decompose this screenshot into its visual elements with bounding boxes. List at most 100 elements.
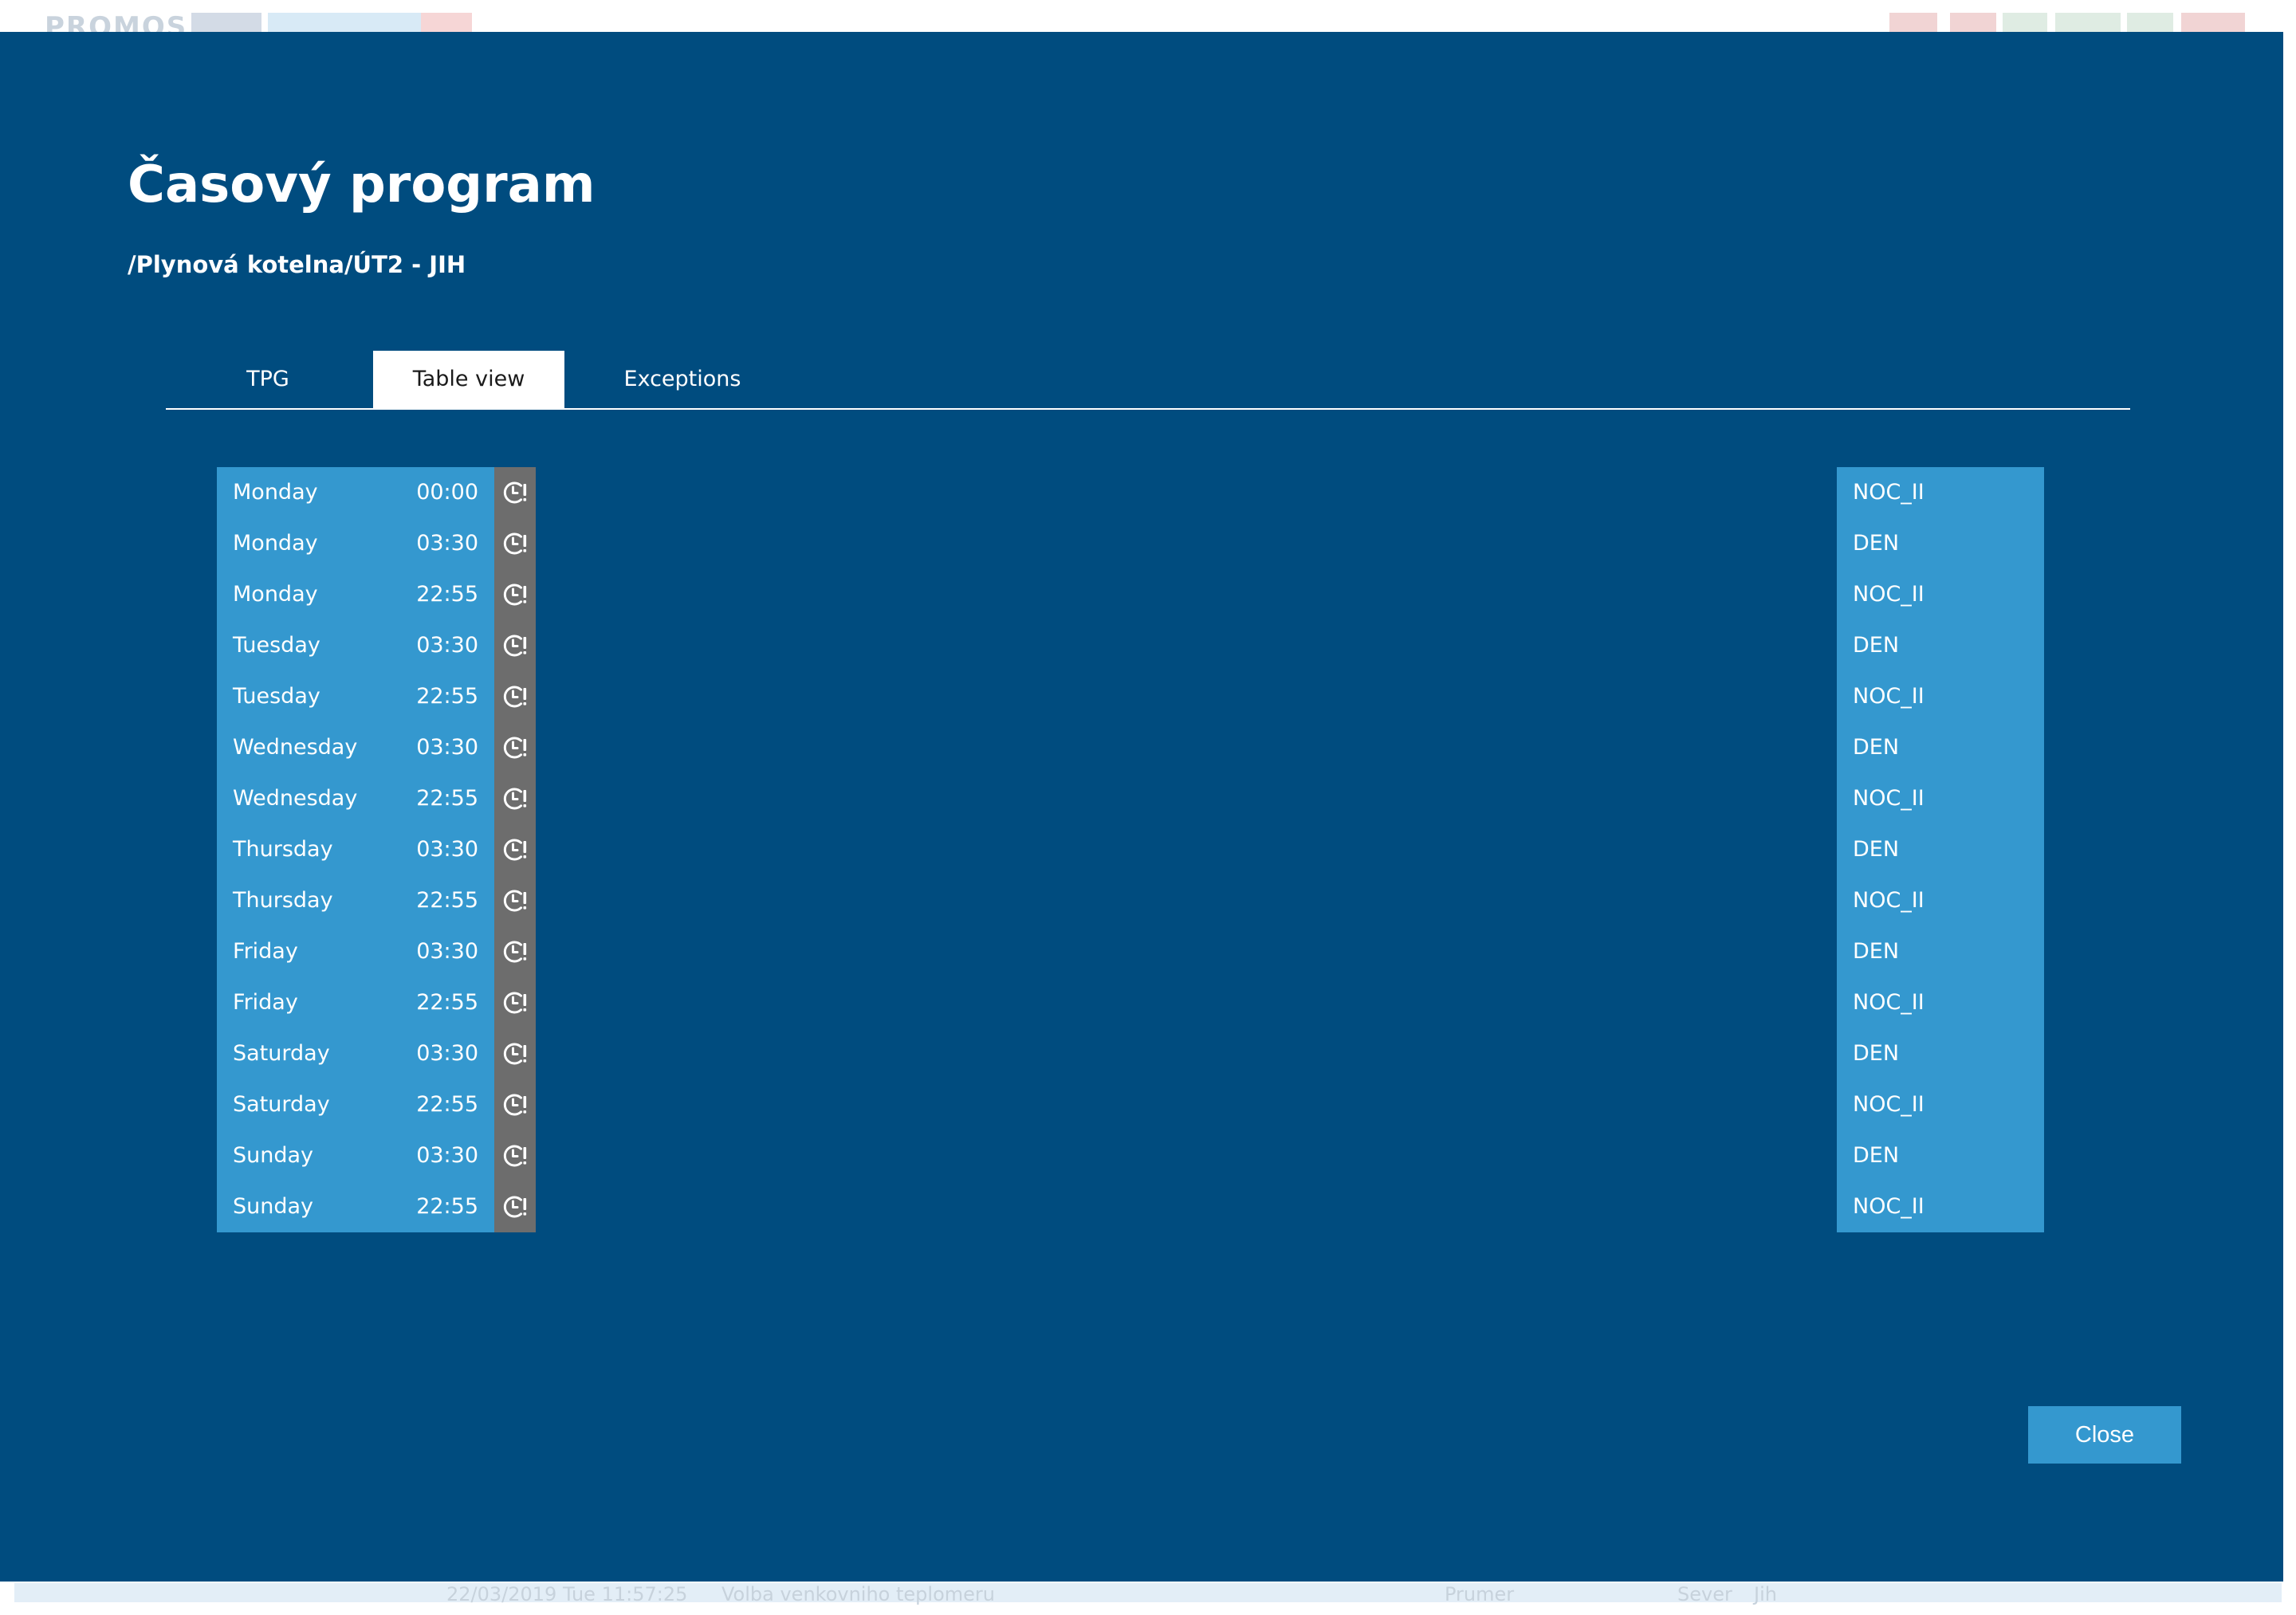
state-cell[interactable]: DEN	[1837, 824, 2044, 875]
clock-exclaim-icon[interactable]	[494, 1028, 536, 1079]
schedule-time: 03:30	[416, 1143, 478, 1168]
state-cell[interactable]: NOC_II	[1837, 977, 2044, 1028]
schedule-row: Friday 22:55	[217, 977, 536, 1028]
schedule-time: 00:00	[416, 480, 478, 505]
clock-exclaim-icon[interactable]	[494, 722, 536, 773]
state-cell[interactable]: DEN	[1837, 620, 2044, 671]
state-cell[interactable]: DEN	[1837, 1028, 2044, 1079]
dialog-title: Časový program	[128, 155, 596, 214]
schedule-day: Monday	[233, 582, 318, 607]
clock-exclaim-icon[interactable]	[494, 926, 536, 977]
schedule-cell[interactable]: Thursday 22:55	[217, 875, 494, 926]
background-status-strip	[14, 1583, 2282, 1602]
schedule-list: Monday 00:00 Monday 03:30 Monday 22:55 Tuesday…	[217, 467, 536, 1232]
state-cell[interactable]: DEN	[1837, 1130, 2044, 1181]
schedule-cell[interactable]: Tuesday 22:55	[217, 671, 494, 722]
background-top-bar: PROMOS	[0, 0, 2296, 43]
state-cell[interactable]: DEN	[1837, 518, 2044, 569]
clock-exclaim-icon[interactable]	[494, 1079, 536, 1130]
state-cell[interactable]: DEN	[1837, 926, 2044, 977]
state-cell[interactable]: NOC_II	[1837, 1181, 2044, 1232]
clock-exclaim-icon[interactable]	[494, 467, 536, 518]
clock-exclaim-icon[interactable]	[494, 977, 536, 1028]
schedule-row: Monday 03:30	[217, 518, 536, 569]
state-cell[interactable]: NOC_II	[1837, 569, 2044, 620]
state-cell[interactable]: NOC_II	[1837, 773, 2044, 824]
schedule-time: 22:55	[416, 786, 478, 811]
state-cell[interactable]: NOC_II	[1837, 467, 2044, 518]
schedule-cell[interactable]: Wednesday 03:30	[217, 722, 494, 773]
schedule-row: Tuesday 22:55	[217, 671, 536, 722]
background-back-icon	[1889, 13, 1937, 33]
schedule-time: 22:55	[416, 1194, 478, 1219]
background-location-button	[268, 13, 421, 33]
schedule-cell[interactable]: Sunday 22:55	[217, 1181, 494, 1232]
time-program-dialog: Časový program /Plynová kotelna/ÚT2 - JI…	[0, 32, 2283, 1582]
screen: PROMOS 22/03/2019 Tue 11:57:25 Volba ven…	[0, 0, 2296, 1615]
schedule-row: Thursday 22:55	[217, 875, 536, 926]
schedule-cell[interactable]: Thursday 03:30	[217, 824, 494, 875]
schedule-day: Tuesday	[233, 633, 320, 658]
schedule-time: 22:55	[416, 582, 478, 607]
schedule-row: Sunday 22:55	[217, 1181, 536, 1232]
schedule-cell[interactable]: Friday 03:30	[217, 926, 494, 977]
clock-exclaim-icon[interactable]	[494, 671, 536, 722]
schedule-day: Thursday	[233, 837, 333, 862]
schedule-day: Monday	[233, 480, 318, 505]
schedule-day: Wednesday	[233, 735, 358, 760]
state-cell[interactable]: DEN	[1837, 722, 2044, 773]
schedule-day: Friday	[233, 990, 298, 1015]
schedule-time: 22:55	[416, 888, 478, 913]
schedule-row: Monday 00:00	[217, 467, 536, 518]
clock-exclaim-icon[interactable]	[494, 620, 536, 671]
clock-exclaim-icon[interactable]	[494, 875, 536, 926]
schedule-day: Tuesday	[233, 684, 320, 709]
schedule-day: Sunday	[233, 1143, 314, 1168]
background-status-message: Volba venkovniho teplomeru	[721, 1583, 995, 1605]
clock-exclaim-icon[interactable]	[494, 773, 536, 824]
schedule-time: 03:30	[416, 1041, 478, 1066]
background-menu-button	[191, 13, 261, 33]
schedule-cell[interactable]: Saturday 03:30	[217, 1028, 494, 1079]
schedule-day: Wednesday	[233, 786, 358, 811]
schedule-time: 03:30	[416, 837, 478, 862]
schedule-row: Thursday 03:30	[217, 824, 536, 875]
schedule-day: Monday	[233, 531, 318, 556]
schedule-cell[interactable]: Tuesday 03:30	[217, 620, 494, 671]
schedule-cell[interactable]: Monday 03:30	[217, 518, 494, 569]
schedule-row: Monday 22:55	[217, 569, 536, 620]
schedule-row: Wednesday 22:55	[217, 773, 536, 824]
schedule-row: Saturday 22:55	[217, 1079, 536, 1130]
schedule-cell[interactable]: Saturday 22:55	[217, 1079, 494, 1130]
clock-exclaim-icon[interactable]	[494, 824, 536, 875]
background-status-column: Prumer	[1445, 1583, 1515, 1605]
close-button[interactable]: Close	[2028, 1406, 2181, 1464]
schedule-time: 22:55	[416, 1092, 478, 1117]
tab-table-view[interactable]: Table view	[373, 351, 564, 408]
state-cell[interactable]: NOC_II	[1837, 875, 2044, 926]
schedule-cell[interactable]: Monday 22:55	[217, 569, 494, 620]
tab-tpg[interactable]: TPG	[198, 351, 338, 408]
schedule-cell[interactable]: Sunday 03:30	[217, 1130, 494, 1181]
clock-exclaim-icon[interactable]	[494, 518, 536, 569]
tab-exceptions[interactable]: Exceptions	[588, 351, 776, 408]
clock-exclaim-icon[interactable]	[494, 1130, 536, 1181]
schedule-day: Friday	[233, 939, 298, 964]
schedule-time: 22:55	[416, 990, 478, 1015]
state-cell[interactable]: NOC_II	[1837, 671, 2044, 722]
schedule-row: Wednesday 03:30	[217, 722, 536, 773]
tab-bar: TPG Table view Exceptions	[166, 351, 2130, 440]
schedule-cell[interactable]: Friday 22:55	[217, 977, 494, 1028]
schedule-cell[interactable]: Wednesday 22:55	[217, 773, 494, 824]
background-status-time: 22/03/2019 Tue 11:57:25	[446, 1583, 688, 1605]
background-list-icon	[2055, 13, 2121, 33]
dialog-path: /Plynová kotelna/ÚT2 - JIH	[128, 251, 466, 278]
clock-exclaim-icon[interactable]	[494, 569, 536, 620]
clock-exclaim-icon[interactable]	[494, 1181, 536, 1232]
background-status-south: Jih	[1754, 1583, 1777, 1605]
state-cell[interactable]: NOC_II	[1837, 1079, 2044, 1130]
schedule-cell[interactable]: Monday 00:00	[217, 467, 494, 518]
schedule-time: 03:30	[416, 939, 478, 964]
schedule-row: Sunday 03:30	[217, 1130, 536, 1181]
schedule-row: Saturday 03:30	[217, 1028, 536, 1079]
